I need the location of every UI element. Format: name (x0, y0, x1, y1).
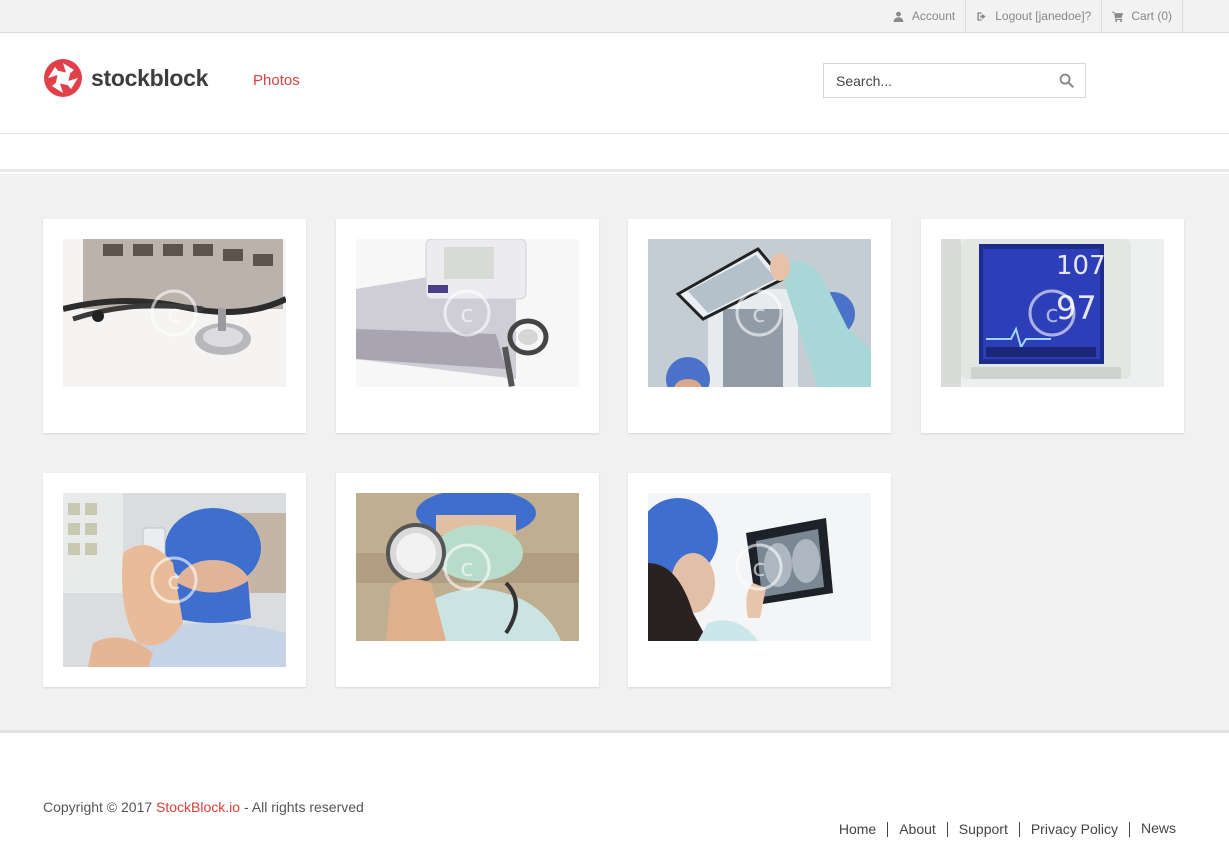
logo-text: stockblock (91, 64, 209, 91)
photo-card[interactable]: 107 97 c (921, 219, 1184, 433)
site-footer: Copyright © 2017 StockBlock.io - All rig… (0, 736, 1229, 851)
svg-text:c: c (752, 300, 765, 328)
sign-out-icon (977, 11, 986, 21)
footer-link-news[interactable]: News (1130, 821, 1187, 836)
breadcrumb-strip (0, 134, 1229, 172)
aperture-logo-icon (44, 59, 82, 97)
nurse-chest-xray-image: c (648, 493, 871, 641)
photo-thumbnail: c (63, 493, 286, 667)
footer-links: Home About Support Privacy Policy News (839, 821, 1187, 837)
photo-card[interactable]: c (43, 473, 306, 687)
footer-link-about[interactable]: About (888, 822, 948, 837)
cart-icon (1112, 11, 1124, 22)
top-bar: Account Logout [janedoe]? Cart (0) (0, 0, 1229, 33)
svg-text:c: c (460, 300, 473, 328)
search-box (823, 63, 1086, 98)
cart-link[interactable]: Cart (0) (1102, 0, 1183, 32)
photo-thumbnail: c (356, 493, 579, 641)
logout-link[interactable]: Logout [janedoe]? (966, 0, 1103, 32)
photo-grid: c c c 107 97 c c c c (0, 174, 1229, 733)
copyright-prefix: Copyright © 2017 (43, 799, 157, 815)
copyright-text: Copyright © 2017 StockBlock.io - All rig… (43, 799, 364, 815)
svg-text:c: c (752, 554, 765, 582)
blood-pressure-monitor-image: c (356, 239, 579, 387)
photo-thumbnail: c (648, 493, 871, 641)
nav-photos[interactable]: Photos (253, 72, 300, 89)
site-header: stockblock Photos (0, 33, 1229, 134)
top-bar-links: Account Logout [janedoe]? Cart (0) (883, 0, 1183, 32)
photo-card[interactable]: c (336, 219, 599, 433)
photo-card[interactable]: c (628, 219, 891, 433)
doctor-stethoscope-image: c (356, 493, 579, 641)
svg-text:c: c (1045, 300, 1058, 328)
search-input[interactable] (824, 64, 1047, 97)
photo-thumbnail: c (63, 239, 286, 387)
svg-text:107: 107 (1056, 251, 1106, 281)
photo-card[interactable]: c (43, 219, 306, 433)
account-label: Account (911, 9, 956, 23)
search-icon (1059, 73, 1074, 88)
search-button[interactable] (1047, 64, 1085, 97)
heart-monitor-image: 107 97 c (941, 239, 1164, 387)
footer-link-support[interactable]: Support (948, 822, 1020, 837)
footer-link-home[interactable]: Home (839, 822, 889, 837)
footer-link-privacy-policy[interactable]: Privacy Policy (1020, 822, 1130, 837)
account-link[interactable]: Account (883, 0, 967, 32)
photo-card[interactable]: c (628, 473, 891, 687)
photo-thumbnail: 107 97 c (941, 239, 1164, 387)
nurse-vial-image: c (63, 493, 286, 667)
doctors-xray-image: c (648, 239, 871, 387)
stethoscope-calculator-image: c (63, 239, 286, 387)
svg-text:c: c (167, 567, 180, 595)
logout-label: Logout [janedoe]? (995, 9, 1092, 23)
svg-text:c: c (460, 554, 473, 582)
brand-link[interactable]: StockBlock.io (156, 799, 240, 815)
user-icon (893, 11, 904, 22)
cart-label: Cart (0) (1131, 9, 1172, 23)
svg-text:c: c (167, 300, 180, 328)
photo-thumbnail: c (356, 239, 579, 387)
copyright-suffix: - All rights reserved (240, 799, 364, 815)
photo-card[interactable]: c (336, 473, 599, 687)
site-logo[interactable]: stockblock (43, 58, 208, 98)
photo-thumbnail: c (648, 239, 871, 387)
